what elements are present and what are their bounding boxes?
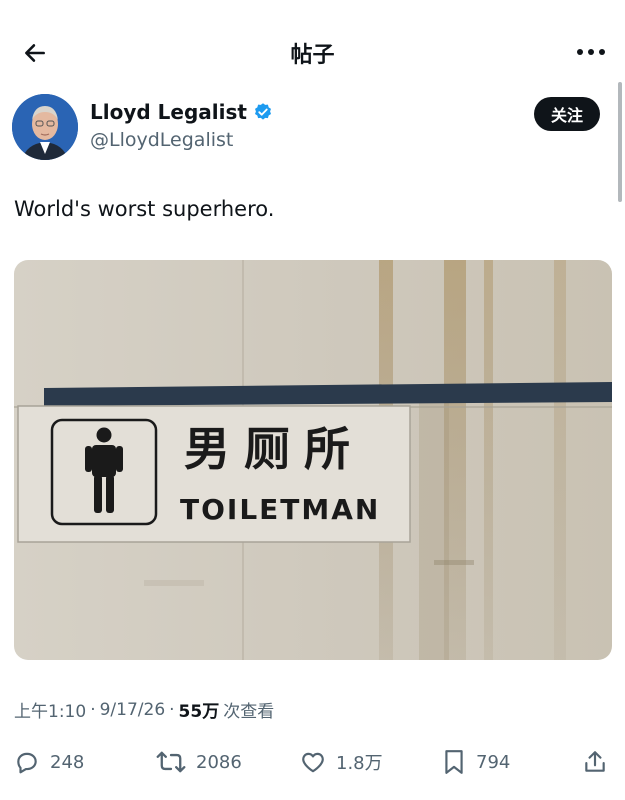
follow-button[interactable]: 关注 bbox=[533, 97, 600, 131]
repost-icon bbox=[156, 751, 186, 773]
views-count: 55万 bbox=[178, 702, 220, 722]
author-handle[interactable]: @LloydLegalist bbox=[90, 129, 233, 151]
post-date: 9/17/26 bbox=[99, 699, 166, 720]
views-label: 次查看 bbox=[223, 702, 275, 722]
more-options-button[interactable] bbox=[573, 38, 609, 66]
author-name-text: Lloyd Legalist bbox=[90, 100, 247, 124]
author-row: Lloyd Legalist @LloydLegalist 关注 bbox=[12, 92, 612, 162]
bookmark-count: 794 bbox=[476, 751, 511, 773]
reply-icon bbox=[17, 752, 37, 774]
sign-chinese-text: 男厕所 bbox=[184, 422, 364, 476]
avatar[interactable] bbox=[12, 94, 78, 160]
post-text: World's worst superhero. bbox=[14, 197, 275, 221]
repost-count: 2086 bbox=[196, 751, 242, 773]
like-button[interactable]: 1.8万 bbox=[300, 740, 383, 784]
repost-button[interactable]: 2086 bbox=[156, 740, 242, 784]
meta-separator: · bbox=[169, 699, 175, 720]
reply-button[interactable]: 248 bbox=[14, 740, 84, 784]
bookmark-icon bbox=[445, 750, 463, 774]
reply-count: 248 bbox=[50, 751, 85, 773]
like-count: 1.8万 bbox=[336, 753, 383, 774]
post-meta: 上午1:10 · 9/17/26 · 55万 次查看 bbox=[14, 697, 275, 723]
action-bar: 248 2086 1.8万 794 bbox=[0, 740, 625, 784]
heart-icon bbox=[302, 752, 324, 773]
post-image[interactable]: 男厕所 TOILETMAN bbox=[14, 260, 612, 660]
top-bar: 帖子 bbox=[0, 0, 625, 100]
verified-badge-icon bbox=[254, 103, 271, 120]
sign-english-text: TOILETMAN bbox=[180, 493, 380, 526]
scrollbar[interactable] bbox=[618, 82, 622, 202]
more-icon bbox=[577, 49, 605, 55]
page-title: 帖子 bbox=[290, 43, 335, 68]
bookmark-button[interactable]: 794 bbox=[442, 740, 510, 784]
meta-separator: · bbox=[90, 699, 96, 720]
share-button[interactable] bbox=[582, 740, 608, 784]
share-icon bbox=[585, 751, 605, 772]
avatar-portrait-icon bbox=[12, 94, 78, 160]
toilet-sign-photo: 男厕所 TOILETMAN bbox=[14, 260, 612, 660]
post-time: 上午1:10 bbox=[14, 702, 87, 722]
author-name[interactable]: Lloyd Legalist bbox=[90, 100, 273, 124]
